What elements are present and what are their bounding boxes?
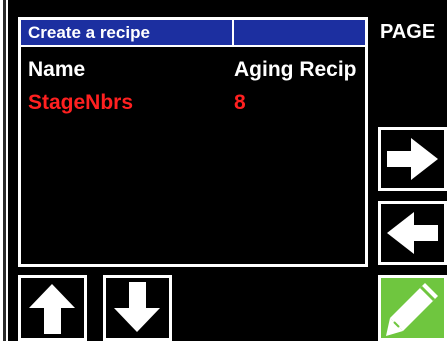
previous-page-button[interactable]: [378, 201, 447, 265]
row-key: StageNbrs: [28, 91, 134, 114]
row-key: Name: [28, 58, 86, 81]
scroll-up-button[interactable]: [18, 275, 87, 341]
recipe-row-name[interactable]: Name Aging Recip: [21, 57, 365, 85]
recipe-screen: Create a recipe Name Aging Recip StageNb…: [0, 0, 447, 341]
row-value: 8: [234, 91, 246, 114]
panel-title: Create a recipe: [28, 23, 150, 42]
arrow-left-icon: [387, 212, 438, 254]
recipe-row-stagenbrs[interactable]: StageNbrs 8: [21, 90, 365, 118]
panel-header: Create a recipe: [21, 20, 365, 47]
pencil-icon: [386, 283, 438, 336]
recipe-panel: Create a recipe Name Aging Recip StageNb…: [18, 17, 368, 267]
edit-button[interactable]: [378, 275, 447, 341]
page-label: PAGE: [380, 21, 436, 43]
next-page-button[interactable]: [378, 127, 447, 191]
row-value: Aging Recip: [234, 58, 357, 81]
arrow-down-icon: [114, 282, 160, 332]
arrow-right-icon: [387, 138, 438, 180]
left-border-shadow: [3, 0, 6, 341]
arrow-up-icon: [29, 284, 75, 334]
header-divider: [232, 20, 234, 45]
scroll-down-button[interactable]: [103, 275, 172, 341]
